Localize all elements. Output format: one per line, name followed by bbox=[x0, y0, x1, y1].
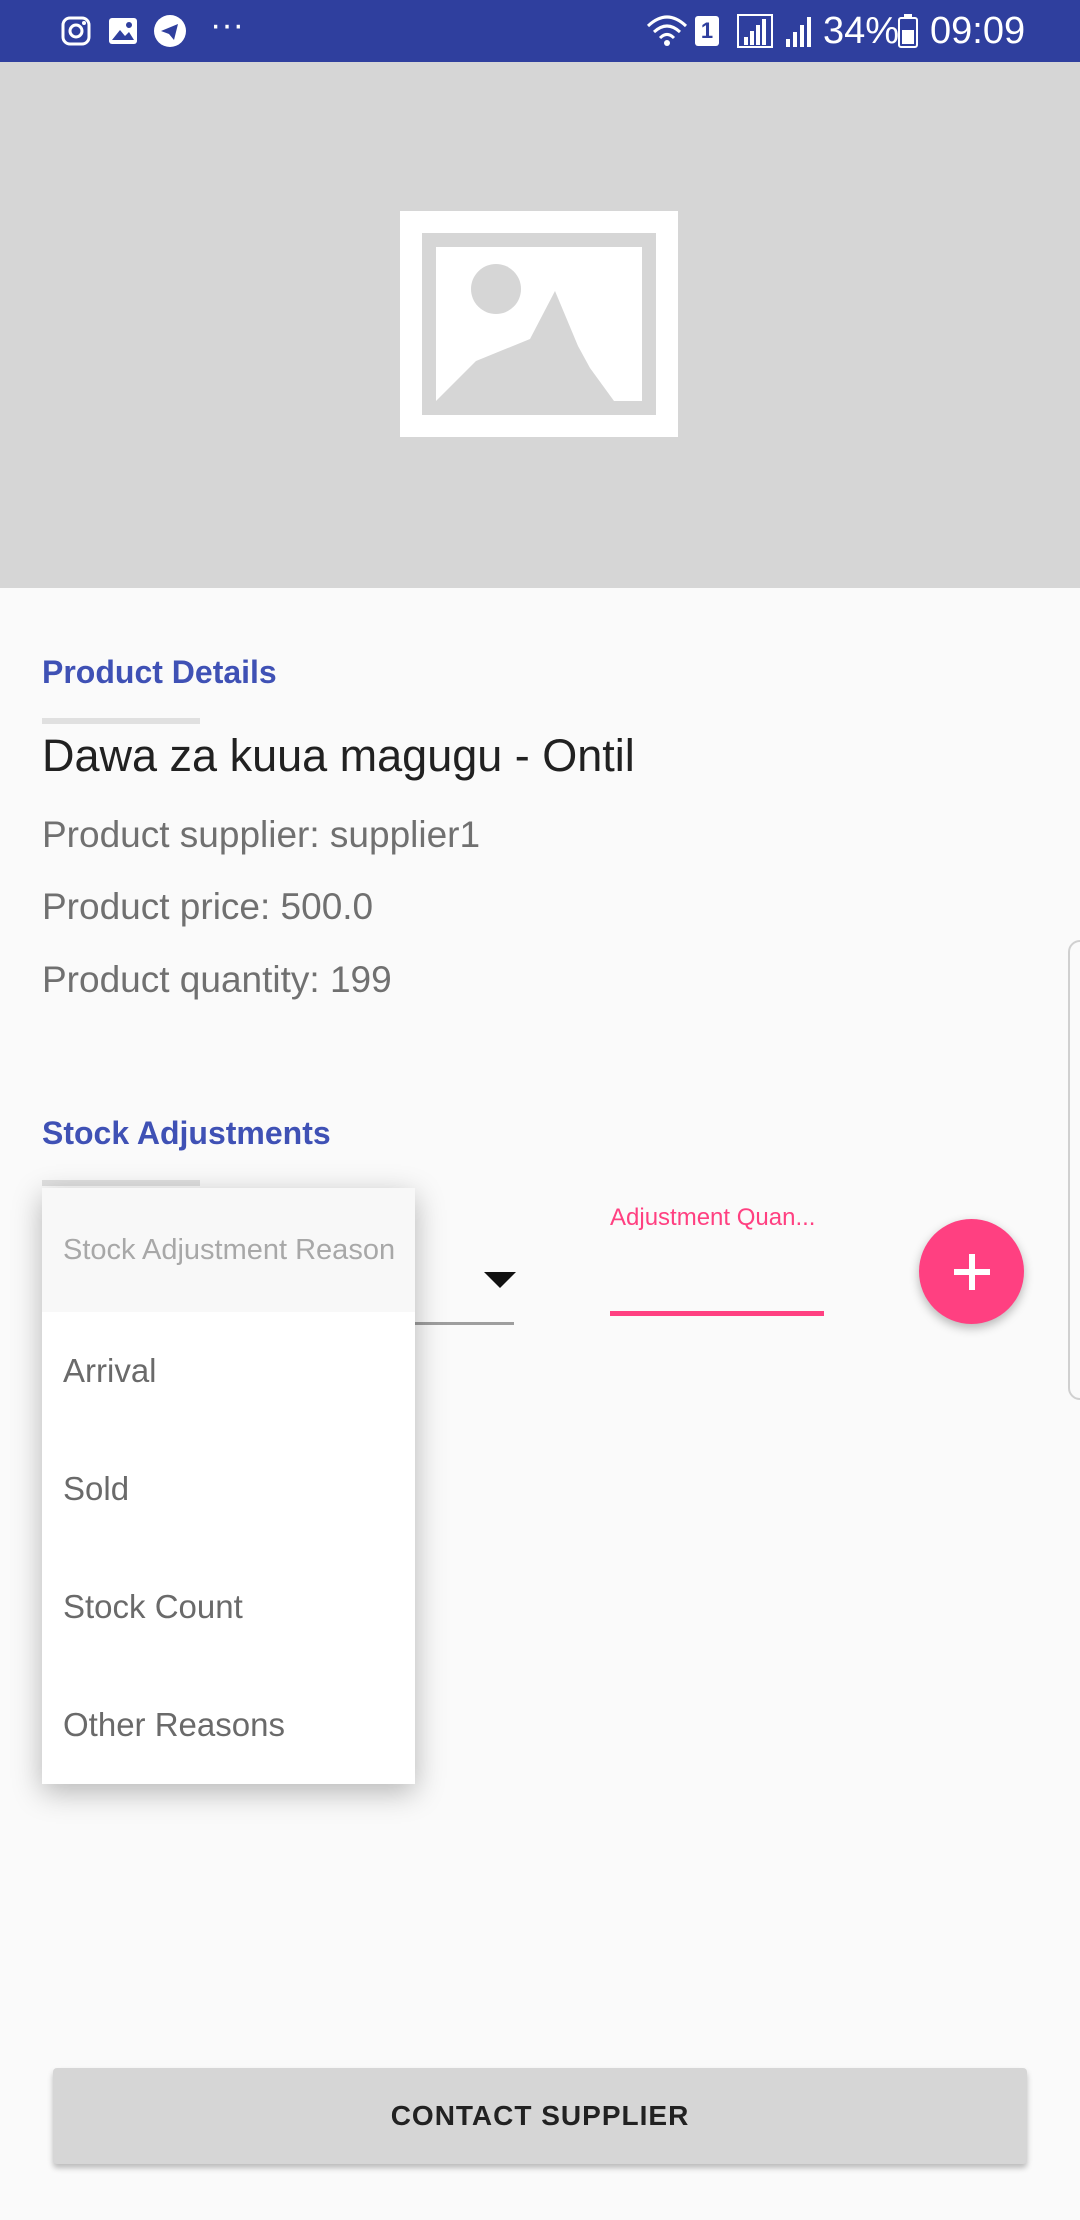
dropdown-option-other-reasons[interactable]: Other Reasons bbox=[42, 1666, 415, 1784]
dropdown-option-stock-count[interactable]: Stock Count bbox=[42, 1548, 415, 1666]
add-adjustment-button[interactable] bbox=[919, 1219, 1024, 1324]
product-quantity: Product quantity: 199 bbox=[42, 959, 392, 1000]
side-panel-edge bbox=[1068, 940, 1080, 1400]
battery-icon bbox=[898, 13, 918, 49]
signal-icon bbox=[736, 13, 776, 49]
product-details-divider bbox=[42, 718, 200, 724]
dropdown-option-sold[interactable]: Sold bbox=[42, 1430, 415, 1548]
clock: 09:09 bbox=[930, 10, 1026, 52]
reason-dropdown-menu: Stock Adjustment Reason Arrival Sold Sto… bbox=[42, 1188, 415, 1784]
instagram-icon bbox=[60, 13, 92, 49]
wifi-icon bbox=[646, 13, 688, 49]
product-image bbox=[0, 62, 1080, 588]
plus-icon bbox=[953, 1253, 990, 1290]
battery-percent: 34% bbox=[823, 10, 900, 52]
dropdown-option-arrival[interactable]: Arrival bbox=[42, 1312, 415, 1430]
stock-adjustments-title: Stock Adjustments bbox=[42, 1115, 331, 1151]
sim1-icon: 1 bbox=[695, 13, 719, 49]
adjustment-quantity-label: Adjustment Quan... bbox=[610, 1204, 816, 1231]
product-name: Dawa za kuua magugu - Ontil bbox=[42, 730, 635, 781]
product-price: Product price: 500.0 bbox=[42, 886, 374, 927]
product-supplier: Product supplier: supplier1 bbox=[42, 814, 481, 855]
dropdown-arrow-icon[interactable] bbox=[484, 1272, 516, 1288]
signal-icon-2 bbox=[784, 13, 814, 49]
product-details-title: Product Details bbox=[42, 654, 277, 690]
image-placeholder-icon bbox=[400, 211, 678, 437]
telegram-icon bbox=[153, 13, 187, 49]
more-dots-icon: ··· bbox=[210, 6, 244, 44]
dropdown-placeholder[interactable]: Stock Adjustment Reason bbox=[42, 1188, 415, 1312]
status-bar: ··· 1 34% 09:09 bbox=[0, 0, 1080, 62]
gallery-icon bbox=[107, 13, 139, 49]
sim-number: 1 bbox=[695, 16, 719, 46]
adjustment-quantity-input[interactable] bbox=[610, 1240, 824, 1316]
stock-adjustments-divider bbox=[42, 1180, 200, 1186]
contact-supplier-button[interactable]: CONTACT SUPPLIER bbox=[53, 2068, 1027, 2164]
